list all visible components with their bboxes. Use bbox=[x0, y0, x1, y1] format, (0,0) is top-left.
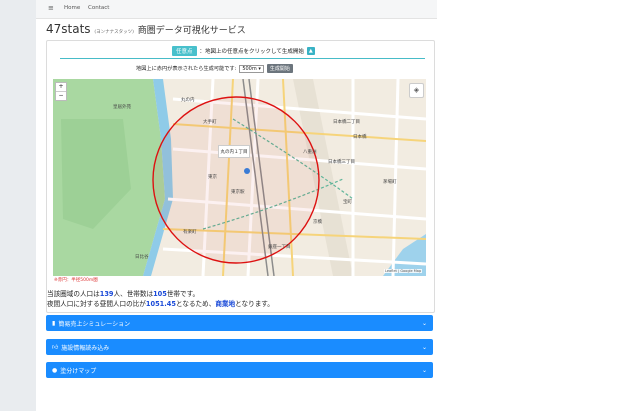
ratio-value: 1051.45 bbox=[145, 300, 176, 308]
map-label-7: 東京 bbox=[208, 175, 217, 180]
map-label-4: 京橋 bbox=[313, 220, 322, 225]
thumbs-up-icon: 👍︎ bbox=[52, 344, 59, 351]
zoom-out-button[interactable]: − bbox=[56, 92, 66, 100]
map-label-8: 大手町 bbox=[203, 120, 217, 125]
area-type-value: 商業地 bbox=[215, 300, 236, 308]
sales-simulation-button[interactable]: ▮ 簡易売上シミュレーション ⌄ bbox=[46, 315, 433, 331]
mode-tag[interactable]: 任意点 bbox=[172, 45, 197, 56]
map-label-12: 茅場町 bbox=[383, 180, 397, 185]
choropleth-map-button[interactable]: ● 塗分けマップ ⌄ bbox=[46, 362, 433, 378]
map-label-1: 丸の内 bbox=[181, 98, 195, 103]
chevron-up-icon[interactable]: ▲ bbox=[306, 46, 315, 55]
map-pin-icon: ● bbox=[52, 366, 58, 374]
households-value: 105 bbox=[153, 290, 167, 298]
facility-load-button[interactable]: 👍︎ 施設情報読み込み ⌄ bbox=[46, 339, 433, 355]
chevron-down-icon: ⌄ bbox=[421, 319, 427, 327]
location-popup: 丸の内１丁目 bbox=[218, 145, 250, 158]
map-label-3: 日本橋 bbox=[353, 135, 367, 140]
map-label-6: 有楽町 bbox=[183, 230, 197, 235]
hamburger-icon[interactable]: ≡ bbox=[48, 4, 54, 12]
generate-row: 地図上に赤円が表示されたら生成可能です: 500m ▾ 生成開始 bbox=[136, 64, 293, 73]
map-label-11: 日本橋三丁目 bbox=[328, 160, 355, 165]
map-label-5: 銀座一丁目 bbox=[268, 245, 291, 250]
chevron-down-icon: ⌄ bbox=[421, 343, 427, 351]
instruction-text: ：地図上の任意点をクリックして生成開始 bbox=[199, 48, 304, 55]
map-attribution[interactable]: Leaflet | Google Map bbox=[384, 269, 423, 273]
navbar: ≡ Home Contact bbox=[36, 0, 437, 19]
generate-button[interactable]: 生成開始 bbox=[266, 64, 293, 73]
map-view[interactable]: 皇居外苑 丸の内 八重洲 日本橋 京橋 銀座一丁目 有楽町 東京 大手町 宝町 … bbox=[53, 79, 426, 276]
map-tiles bbox=[53, 79, 426, 276]
zoom-in-button[interactable]: + bbox=[56, 83, 66, 92]
page-title: 47stats (ヨンナナスタッツ) 商圏データ可視化サービス bbox=[46, 22, 246, 36]
map-label-0: 皇居外苑 bbox=[113, 105, 131, 110]
service-subtitle: 商圏データ可視化サービス bbox=[137, 26, 246, 36]
stats-line-2: 夜間人口に対する昼間人口の比が1051.45となるため、商業地となります。 bbox=[47, 300, 274, 308]
bar-chart-icon: ▮ bbox=[52, 319, 56, 327]
instruction-bar: 任意点 ：地図上の任意点をクリックして生成開始 ▲ bbox=[172, 45, 315, 56]
generate-label: 地図上に赤円が表示されたら生成可能です: bbox=[136, 66, 237, 72]
brand-reading: (ヨンナナスタッツ) bbox=[94, 30, 134, 35]
population-value: 139 bbox=[99, 290, 114, 298]
map-label-9: 宝町 bbox=[343, 200, 352, 205]
chevron-down-icon: ⌄ bbox=[421, 366, 427, 374]
nav-contact-link[interactable]: Contact bbox=[88, 5, 109, 11]
right-gutter bbox=[437, 0, 635, 411]
brand-name: 47stats bbox=[46, 22, 91, 36]
zoom-control: + − bbox=[55, 82, 67, 101]
map-label-2: 八重洲 bbox=[303, 150, 317, 155]
radius-select[interactable]: 500m ▾ bbox=[239, 64, 264, 73]
map-label-13: 東京駅 bbox=[231, 190, 245, 195]
layers-icon[interactable]: ◈ bbox=[409, 83, 424, 98]
left-gutter bbox=[0, 0, 36, 411]
map-label-10: 日比谷 bbox=[135, 255, 149, 260]
map-label-14: 日本橋二丁目 bbox=[333, 120, 360, 125]
radius-legend: ※赤円：半径500m圏 bbox=[54, 278, 98, 283]
nav-home-link[interactable]: Home bbox=[64, 5, 80, 11]
divider bbox=[60, 58, 425, 59]
stats-line-1: 当該圏域の人口は139人、世帯数は105世帯です。 bbox=[47, 290, 200, 298]
